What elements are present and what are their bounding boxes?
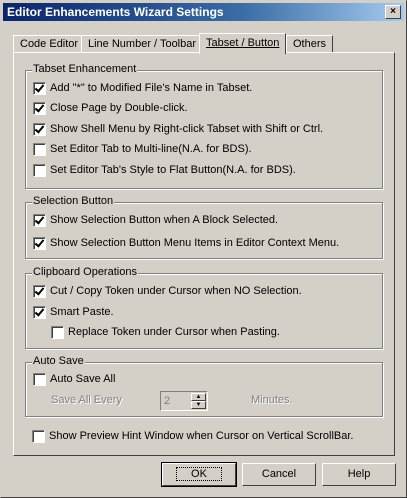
tab-label: Others [293, 38, 327, 50]
checkbox-label: Smart Paste. [50, 306, 114, 318]
spinner-buttons: ▲ ▼ [191, 393, 206, 409]
checkbox-multiline-tab[interactable]: Set Editor Tab to Multi-line(N.A. for BD… [33, 143, 252, 157]
checkbox-label: Set Editor Tab to Multi-line(N.A. for BD… [50, 143, 252, 155]
help-button-label: Help [347, 468, 371, 480]
close-button[interactable]: × [385, 5, 401, 19]
checkbox-label: Set Editor Tab's Style to Flat Button(N.… [50, 164, 296, 176]
tab-tabset-button[interactable]: Tabset / Button [199, 33, 287, 54]
checkbox-shell-menu[interactable]: Show Shell Menu by Right-click Tabset wi… [33, 123, 323, 137]
checkbox-auto-save-all[interactable]: Auto Save All [33, 373, 115, 387]
checkbox[interactable] [33, 237, 46, 250]
tab-others[interactable]: Others [286, 35, 334, 52]
checkbox-label: Show Selection Button when A Block Selec… [50, 214, 279, 226]
group-clipboard-operations: Clipboard Operations Cut / Copy Token un… [25, 266, 383, 349]
save-interval-label: Save All Every [51, 394, 122, 406]
checkbox-label: Cut / Copy Token under Cursor when NO Se… [50, 285, 302, 297]
checkbox[interactable] [32, 430, 45, 443]
checkbox-replace-token[interactable]: Replace Token under Cursor when Pasting. [51, 326, 280, 340]
group-label: Clipboard Operations [32, 266, 138, 278]
checkbox[interactable] [33, 285, 46, 298]
checkbox[interactable] [33, 214, 46, 227]
save-interval-spinner[interactable]: 2 ▲ ▼ [160, 391, 208, 411]
checkbox-close-double-click[interactable]: Close Page by Double-click. [33, 102, 188, 116]
spin-up-icon[interactable]: ▲ [191, 393, 206, 401]
tab-line-number-toolbar[interactable]: Line Number / Toolbar [81, 35, 204, 52]
group-label: Selection Button [32, 195, 115, 207]
checkbox-label: Replace Token under Cursor when Pasting. [68, 326, 280, 338]
save-interval-unit: Minutes. [251, 394, 293, 406]
tab-label: Tabset / Button [206, 37, 280, 49]
checkbox[interactable] [33, 143, 46, 156]
checkbox-smart-paste[interactable]: Smart Paste. [33, 306, 114, 320]
close-icon: × [390, 6, 396, 17]
group-selection-button: Selection Button Show Selection Button w… [25, 195, 383, 259]
checkbox-label: Show Preview Hint Window when Cursor on … [49, 430, 354, 442]
cancel-button[interactable]: Cancel [242, 463, 316, 486]
checkbox-label: Auto Save All [50, 373, 116, 385]
tab-panel: Tabset Enhancement Add "*" to Modified F… [13, 52, 395, 456]
ok-button[interactable]: OK [161, 462, 237, 487]
checkbox[interactable] [33, 164, 46, 177]
title-bar: Editor Enhancements Wizard Settings × [3, 3, 404, 21]
tab-label: Code Editor [20, 38, 79, 50]
checkbox-flat-button[interactable]: Set Editor Tab's Style to Flat Button(N.… [33, 164, 296, 178]
checkbox-label: Show Selection Button Menu Items in Edit… [50, 237, 340, 249]
checkbox-cut-copy-token[interactable]: Cut / Copy Token under Cursor when NO Se… [33, 285, 302, 299]
help-button[interactable]: Help [322, 463, 396, 486]
spin-down-icon[interactable]: ▼ [191, 401, 206, 409]
checkbox[interactable] [51, 326, 64, 339]
tab-code-editor[interactable]: Code Editor [13, 35, 86, 52]
checkbox-label: Show Shell Menu by Right-click Tabset wi… [50, 123, 324, 135]
checkbox[interactable] [33, 373, 46, 386]
group-label: Tabset Enhancement [32, 63, 138, 75]
cancel-button-label: Cancel [261, 468, 297, 480]
window-title: Editor Enhancements Wizard Settings [7, 5, 224, 19]
checkbox-preview-hint[interactable]: Show Preview Hint Window when Cursor on … [32, 430, 353, 444]
checkbox-label: Add "*" to Modified File's Name in Tabse… [50, 82, 253, 94]
checkbox-label: Close Page by Double-click. [50, 102, 188, 114]
checkbox-selection-menu-items[interactable]: Show Selection Button Menu Items in Edit… [33, 237, 339, 251]
group-auto-save: Auto Save Auto Save All Save All Every 2… [25, 355, 383, 417]
checkbox[interactable] [33, 306, 46, 319]
group-tabset-enhancement: Tabset Enhancement Add "*" to Modified F… [25, 63, 383, 189]
checkbox[interactable] [33, 123, 46, 136]
save-interval-value[interactable]: 2 [164, 395, 170, 407]
tab-label: Line Number / Toolbar [88, 38, 197, 50]
checkbox[interactable] [33, 82, 46, 95]
checkbox-show-selection-button[interactable]: Show Selection Button when A Block Selec… [33, 214, 278, 228]
settings-dialog: Editor Enhancements Wizard Settings × Co… [0, 0, 407, 498]
checkbox-add-asterisk[interactable]: Add "*" to Modified File's Name in Tabse… [33, 82, 252, 96]
group-label: Auto Save [32, 355, 85, 367]
ok-button-label: OK [176, 467, 222, 481]
checkbox[interactable] [33, 102, 46, 115]
